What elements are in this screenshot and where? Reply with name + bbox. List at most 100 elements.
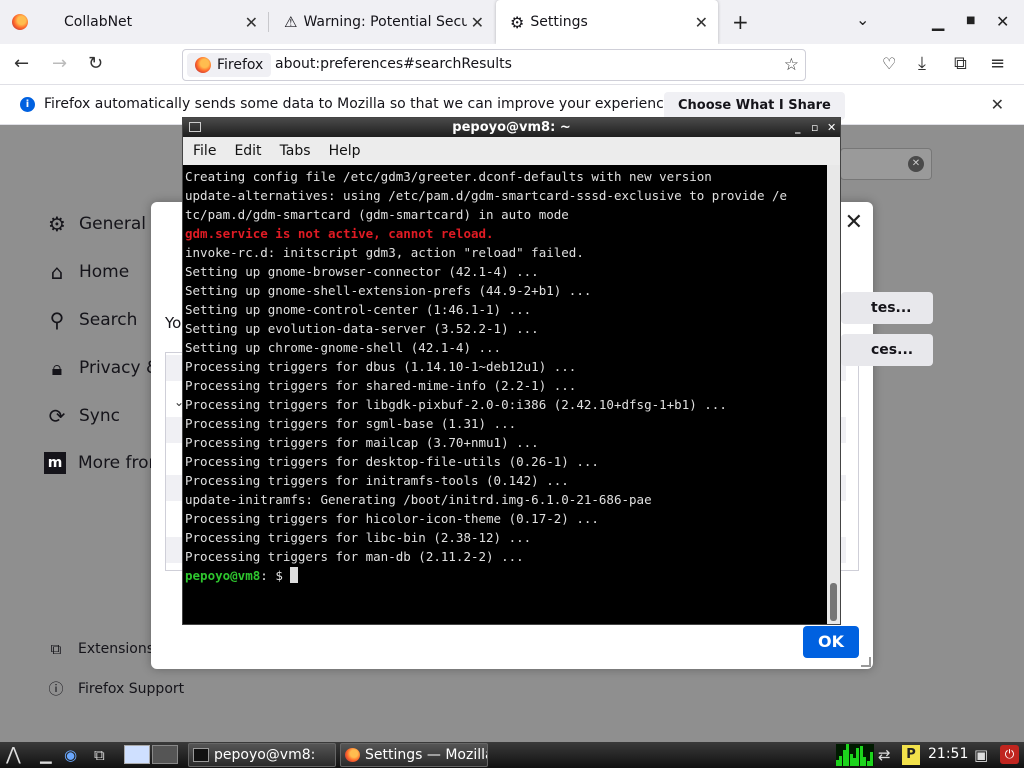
maximize-icon[interactable]: ▫ [811, 118, 818, 137]
terminal-title: pepoyo@vm8: ~ [452, 120, 571, 135]
firefox-icon [345, 748, 360, 762]
reload-icon[interactable]: ↻ [88, 53, 103, 74]
clear-icon[interactable]: ✕ [908, 156, 924, 172]
tab-settings[interactable]: ⚙ Settings ✕ [496, 0, 718, 44]
dialog-side-button[interactable]: ces... [841, 334, 933, 366]
sidebar-item-label: Sync [79, 406, 120, 426]
dialog-intro-text: Yo [165, 314, 182, 332]
taskbar-window-label: pepoyo@vm8: ~ [214, 747, 314, 763]
menu-edit[interactable]: Edit [234, 143, 261, 159]
bookmark-star-icon[interactable]: ☆ [784, 55, 799, 75]
maximize-icon[interactable]: ■ [966, 15, 975, 26]
tab-separator [268, 12, 269, 32]
terminal-scrollbar[interactable] [827, 165, 840, 624]
sidebar-item-label: Firefox Support [78, 680, 185, 697]
terminal-line: invoke-rc.d: initscript gdm3, action "re… [185, 245, 584, 260]
firefox-icon [195, 57, 211, 73]
sidebar-item-sync[interactable]: ⟳ Sync [44, 404, 120, 428]
network-icon[interactable]: ⇄ [878, 746, 891, 764]
clock[interactable]: 21:51 [928, 746, 968, 762]
minimize-all-icon[interactable]: ▁ [40, 746, 52, 764]
url-text[interactable]: about:preferences#searchResults [275, 56, 512, 72]
new-tab-icon[interactable]: + [732, 10, 749, 34]
close-icon[interactable]: ✕ [471, 13, 484, 32]
start-menu-icon[interactable]: ⋀ [6, 744, 21, 765]
taskbar-window-firefox[interactable]: Settings — Mozilla Firefox [340, 743, 488, 767]
mozilla-icon: m [44, 452, 66, 474]
terminal-line: Processing triggers for man-db (2.11.2-2… [185, 549, 524, 564]
terminal-prompt-line[interactable]: pepoyo@vm8: $ [185, 566, 827, 585]
chevron-down-icon[interactable]: ⌄ [856, 10, 869, 29]
file-manager-icon[interactable]: ⧉ [94, 746, 105, 764]
gear-icon: ⚙ [510, 12, 525, 32]
terminal-line: Processing triggers for hicolor-icon-the… [185, 511, 599, 526]
terminal-line: Processing triggers for initramfs-tools … [185, 473, 569, 488]
back-icon[interactable]: ← [14, 53, 29, 74]
tab-security-warning[interactable]: ⚠ Warning: Potential Security Risk ✕ [270, 0, 494, 44]
download-icon[interactable]: ⤓ [918, 53, 926, 74]
menu-icon[interactable]: ≡ [990, 53, 1005, 74]
tab-collabnet[interactable]: CollabNet ✕ [40, 0, 268, 44]
identity-box[interactable]: Firefox [187, 53, 272, 77]
sidebar-item-home[interactable]: ⌂ Home [44, 260, 130, 284]
close-window-icon[interactable]: ✕ [996, 12, 1009, 31]
terminal-line: Setting up gnome-browser-connector (42.1… [185, 264, 539, 279]
close-icon[interactable]: ✕ [991, 95, 1004, 114]
sidebar-item-general[interactable]: ⚙ General [44, 212, 146, 236]
terminal-line: Setting up gnome-control-center (1:46.1-… [185, 302, 532, 317]
terminal-line: Setting up gnome-shell-extension-prefs (… [185, 283, 592, 298]
gear-icon: ⚙ [48, 212, 66, 236]
ok-button[interactable]: OK [803, 626, 859, 658]
settings-search-input[interactable]: ✕ [840, 148, 932, 180]
package-updates-icon[interactable]: P [902, 745, 920, 765]
terminal-line: gdm.service is not active, cannot reload… [185, 226, 494, 241]
pocket-icon[interactable]: ♡ [882, 54, 896, 73]
sidebar-item-search[interactable]: ⚲ Search [44, 308, 138, 332]
resize-grip[interactable] [861, 657, 871, 667]
desktop-pager-icon[interactable] [124, 745, 150, 764]
dialog-side-button[interactable]: tes... [841, 292, 933, 324]
tab-label: Warning: Potential Security Risk [303, 14, 468, 30]
desktop-pager-icon[interactable] [152, 745, 178, 764]
terminal-titlebar[interactable]: pepoyo@vm8: ~ _ ▫ ✕ [183, 118, 840, 137]
sidebar-item-label: Home [79, 262, 130, 282]
power-icon[interactable]: ⏻ [1000, 745, 1019, 764]
forward-icon[interactable]: → [52, 53, 67, 74]
close-icon[interactable]: ✕ [695, 13, 708, 32]
terminal-menubar: File Edit Tabs Help [183, 137, 840, 165]
search-icon: ⚲ [49, 308, 65, 332]
navigation-toolbar: ← → ↻ Firefox about:preferences#searchRe… [0, 44, 1024, 85]
firefox-view-icon[interactable] [12, 14, 28, 30]
sync-icon: ⟳ [48, 404, 66, 428]
terminal-line: Processing triggers for sgml-base (1.31)… [185, 416, 517, 431]
tab-label: Settings [530, 14, 588, 30]
prompt-user: pepoyo@vm8 [185, 568, 261, 583]
terminal-output[interactable]: Creating config file /etc/gdm3/greeter.d… [183, 165, 827, 624]
scrollbar-thumb[interactable] [830, 583, 837, 621]
minimize-icon[interactable]: _ [795, 118, 801, 137]
terminal-line: Processing triggers for dbus (1.14.10-1~… [185, 359, 577, 374]
taskbar-window-label: Settings — Mozilla Firefox [365, 747, 487, 763]
terminal-window[interactable]: pepoyo@vm8: ~ _ ▫ ✕ File Edit Tabs Help … [182, 117, 841, 625]
screen-lock-icon[interactable]: ▣ [974, 746, 988, 764]
extensions-icon[interactable]: ⧉ [954, 53, 967, 74]
menu-file[interactable]: File [193, 143, 216, 159]
cpu-bar [870, 752, 873, 766]
close-icon[interactable]: ✕ [245, 13, 258, 32]
menu-tabs[interactable]: Tabs [280, 143, 311, 159]
identity-label: Firefox [217, 57, 264, 73]
terminal-line: Processing triggers for shared-mime-info… [185, 378, 577, 393]
minimize-icon[interactable]: ▁ [932, 12, 944, 31]
choose-what-i-share-button[interactable]: Choose What I Share [664, 92, 845, 120]
tab-strip: CollabNet ✕ ⚠ Warning: Potential Securit… [0, 0, 1024, 44]
browser-launcher-icon[interactable]: ◉ [64, 746, 77, 764]
sidebar-item-support[interactable]: ⓘ Firefox Support [46, 678, 184, 699]
text-cursor [290, 567, 299, 583]
url-bar[interactable]: Firefox about:preferences#searchResults … [182, 49, 806, 81]
terminal-line: update-alternatives: using /etc/pam.d/gd… [185, 188, 788, 203]
close-icon[interactable]: ✕ [845, 210, 863, 235]
close-icon[interactable]: ✕ [827, 118, 836, 137]
menu-help[interactable]: Help [329, 143, 361, 159]
puzzle-icon: ⧉ [50, 640, 62, 658]
taskbar-window-terminal[interactable]: pepoyo@vm8: ~ [188, 743, 336, 767]
